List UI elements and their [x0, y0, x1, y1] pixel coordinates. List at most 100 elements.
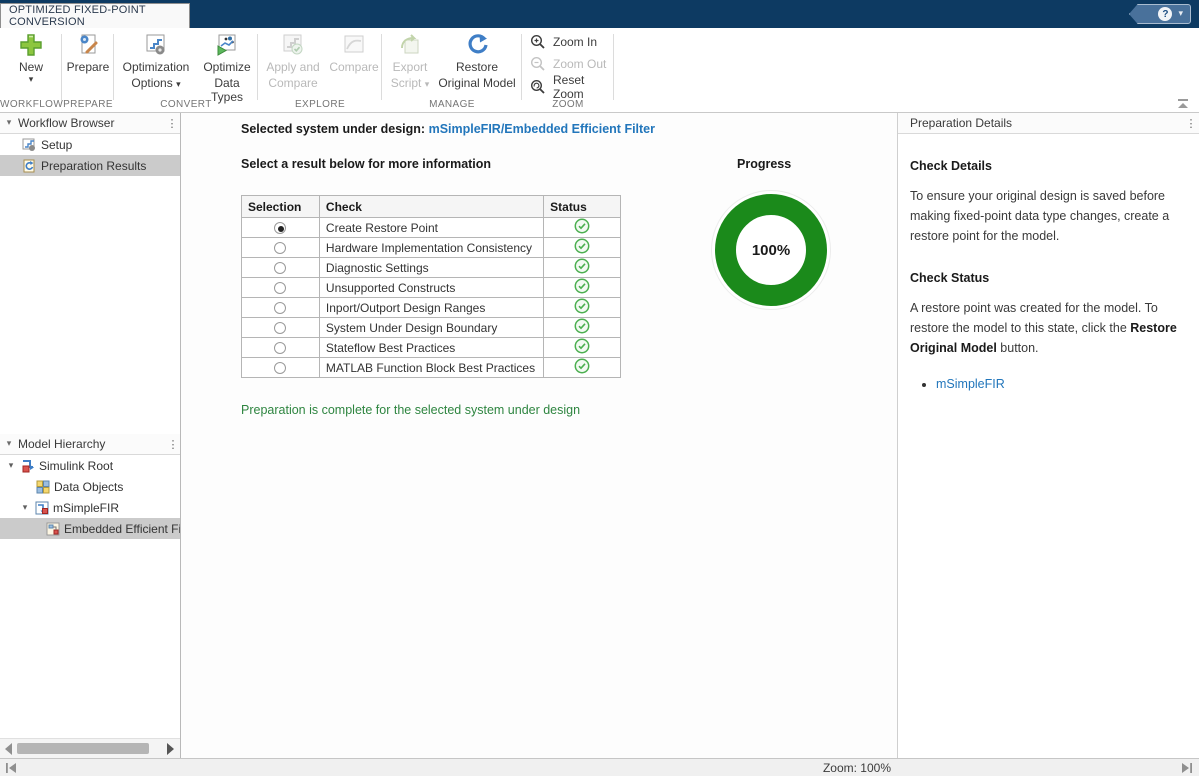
check-details-heading: Check Details	[910, 156, 1187, 176]
reset-zoom-button[interactable]: Reset Zoom	[530, 77, 614, 97]
ribbon-section-prepare: Prepare PREPARE	[62, 28, 114, 113]
zoom-in-label: Zoom In	[553, 35, 597, 49]
model-hierarchy-section: ▾ Model Hierarchy ⋮ ▾ Simulink Root Data…	[0, 434, 181, 539]
optimization-options-icon	[143, 32, 169, 58]
tab-optimized-fixed-point-conversion[interactable]: OPTIMIZED FIXED-POINT CONVERSION	[0, 3, 190, 28]
check-status-text-after: button.	[997, 341, 1039, 355]
restore-original-model-button[interactable]: Restore Original Model	[434, 32, 520, 90]
kebab-menu-icon[interactable]: ⋮	[1183, 117, 1199, 130]
left-sidebar: ▾ Workflow Browser ⋮ Setup Preparation R…	[0, 113, 181, 758]
scrollbar-thumb[interactable]	[17, 743, 149, 754]
scroll-left-arrow-icon[interactable]	[5, 743, 12, 755]
compare-label: Compare	[329, 60, 378, 74]
apply-and-compare-icon	[280, 32, 306, 58]
optimize-data-types-button[interactable]: Optimize Data Types	[198, 32, 256, 104]
zoom-in-button[interactable]: Zoom In	[530, 32, 597, 52]
radio-button[interactable]	[274, 262, 286, 274]
help-icon: ?	[1158, 7, 1172, 21]
tree-expand-caret-icon[interactable]: ▾	[19, 503, 31, 513]
optimization-options-label-2: Options ▾	[131, 76, 180, 90]
radio-button[interactable]	[274, 222, 286, 234]
radio-button[interactable]	[274, 322, 286, 334]
status-pass-icon	[574, 358, 590, 374]
optimization-options-label-1: Optimization	[123, 60, 190, 74]
restore-original-model-label-2: Original Model	[438, 76, 515, 90]
new-label: New	[19, 60, 43, 74]
kebab-menu-icon[interactable]: ⋮	[165, 438, 181, 451]
export-script-label-2: Script ▾	[391, 76, 430, 90]
zoom-out-icon	[530, 56, 546, 72]
chevron-down-icon: ▾	[176, 80, 181, 90]
tree-item-label: Simulink Root	[39, 459, 113, 473]
ribbon-section-convert: Optimization Options ▾ Optimize Data Typ…	[114, 28, 258, 113]
table-row: Unsupported Constructs	[242, 278, 621, 298]
table-row: System Under Design Boundary	[242, 318, 621, 338]
ribbon-section-manage: Export Script ▾ Restore Original Model M…	[382, 28, 522, 113]
radio-button[interactable]	[274, 282, 286, 294]
radio-button[interactable]	[274, 342, 286, 354]
main-content: Selected system under design: mSimpleFIR…	[181, 113, 898, 758]
kebab-menu-icon[interactable]: ⋮	[164, 117, 180, 130]
selected-system-link[interactable]: mSimpleFIR/Embedded Efficient Filter	[429, 122, 655, 136]
msimplefir-link[interactable]: mSimpleFIR	[936, 377, 1005, 391]
collapse-caret-icon[interactable]: ▾	[0, 118, 18, 128]
tree-expand-caret-icon[interactable]: ▾	[5, 461, 17, 471]
export-script-label-1: Export	[393, 60, 428, 74]
list-item: mSimpleFIR	[936, 374, 1187, 394]
radio-button[interactable]	[274, 242, 286, 254]
section-label-manage: MANAGE	[382, 99, 522, 110]
optimization-options-button[interactable]: Optimization Options ▾	[118, 32, 194, 90]
tree-item-data-objects[interactable]: Data Objects	[0, 476, 181, 497]
model-hierarchy-header[interactable]: ▾ Model Hierarchy ⋮	[0, 434, 181, 455]
subsystem-icon	[46, 522, 60, 536]
export-script-button[interactable]: Export Script ▾	[386, 32, 434, 90]
selected-system-line: Selected system under design: mSimpleFIR…	[241, 122, 655, 136]
zoom-level-status: Zoom: 100%	[823, 761, 891, 775]
selected-system-label: Selected system under design:	[241, 122, 425, 136]
status-pass-icon	[574, 238, 590, 254]
tree-item-simulink-root[interactable]: ▾ Simulink Root	[0, 455, 181, 476]
sidebar-item-setup[interactable]: Setup	[0, 134, 180, 155]
sidebar-item-preparation-results[interactable]: Preparation Results	[0, 155, 180, 176]
apply-and-compare-button[interactable]: Apply and Compare	[262, 32, 324, 90]
tree-item-msimplefir[interactable]: ▾ mSimpleFIR	[0, 497, 181, 518]
table-row: Inport/Outport Design Ranges	[242, 298, 621, 318]
new-button[interactable]: New ▾	[7, 32, 55, 84]
workflow-browser-header[interactable]: ▾ Workflow Browser ⋮	[0, 113, 180, 134]
ribbon-section-zoom: Zoom In Zoom Out Reset Zoom ZOOM	[522, 28, 614, 113]
preparation-results-icon	[22, 159, 36, 173]
check-name: MATLAB Function Block Best Practices	[319, 358, 543, 378]
optimize-data-types-label-1: Optimize	[203, 60, 250, 74]
tree-item-embedded-efficient-filter[interactable]: Embedded Efficient Fil	[0, 518, 181, 539]
check-name: Diagnostic Settings	[319, 258, 543, 278]
prepare-label: Prepare	[67, 60, 110, 74]
collapse-left-panel-icon[interactable]	[5, 762, 17, 774]
optimize-data-types-icon	[214, 32, 240, 58]
radio-button[interactable]	[274, 302, 286, 314]
tree-item-label: Data Objects	[54, 480, 123, 494]
model-hierarchy-title: Model Hierarchy	[18, 437, 165, 451]
zoom-in-icon	[530, 34, 546, 50]
collapse-caret-icon[interactable]: ▾	[0, 439, 18, 449]
ribbon-section-explore: Apply and Compare Compare EXPLORE	[258, 28, 382, 113]
check-details-text: To ensure your original design is saved …	[910, 186, 1187, 246]
table-row: Hardware Implementation Consistency	[242, 238, 621, 258]
zoom-out-button[interactable]: Zoom Out	[530, 54, 606, 74]
expand-right-panel-icon[interactable]	[1181, 762, 1193, 774]
scroll-right-arrow-icon[interactable]	[167, 743, 174, 755]
collapse-ribbon-button[interactable]	[1175, 98, 1191, 110]
progress-label: Progress	[737, 157, 791, 171]
divider	[613, 34, 614, 100]
restore-original-model-label-1: Restore	[456, 60, 498, 74]
progress-percentage: 100%	[752, 242, 790, 259]
preparation-details-header: Preparation Details ⋮	[898, 113, 1199, 134]
sidebar-item-label: Setup	[41, 138, 72, 152]
help-button[interactable]: ? ▾	[1129, 4, 1191, 24]
data-objects-icon	[36, 480, 50, 494]
horizontal-scrollbar[interactable]	[0, 738, 181, 758]
status-bar: Zoom: 100%	[0, 758, 1199, 776]
compare-button[interactable]: Compare	[328, 32, 380, 74]
radio-button[interactable]	[274, 362, 286, 374]
prepare-button[interactable]: Prepare	[64, 32, 112, 74]
section-label-workflow: WORKFLOW	[0, 99, 62, 110]
